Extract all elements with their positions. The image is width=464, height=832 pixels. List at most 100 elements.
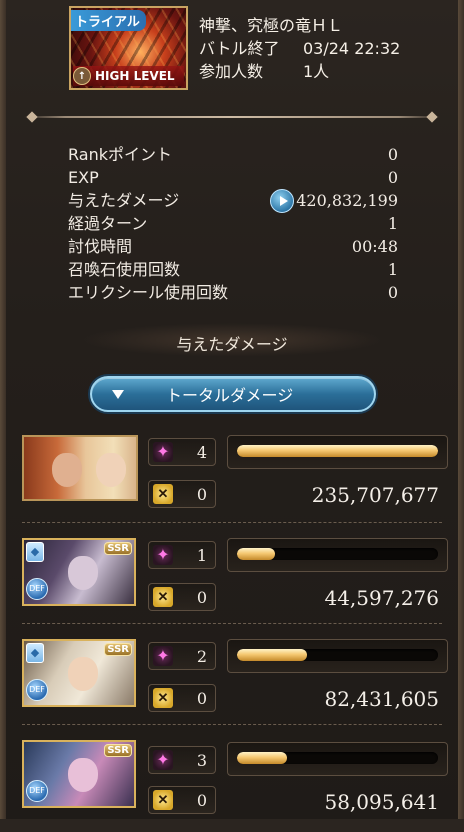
ougi-count: 0 <box>196 689 207 708</box>
row-divider <box>22 522 442 523</box>
result-stats: Rankポイント 0 EXP 0 与えたダメージ 420,832,199 経過タ… <box>68 143 398 304</box>
portrait-face <box>96 453 126 487</box>
character-portrait[interactable]: ◆ SSR DEF <box>22 538 136 606</box>
stat-time: 討伐時間 00:48 <box>68 235 398 258</box>
damage-bar-fill <box>237 445 438 457</box>
damage-bar-box <box>227 538 448 572</box>
quest-name: 神撃、究極の竜ＨＬ <box>199 14 400 37</box>
ougi-count: 0 <box>196 588 207 607</box>
participants-row: 参加人数 1人 <box>199 60 400 83</box>
skill-sparkle-icon: ✦ <box>153 442 173 462</box>
damage-value: 235,707,677 <box>311 483 439 507</box>
character-portrait[interactable]: SSR DEF <box>22 740 136 808</box>
damage-bar-box <box>227 742 448 776</box>
participants-value: 1人 <box>303 62 330 81</box>
battle-end-row: バトル終了 03/24 22:32 <box>199 37 400 60</box>
divider-ornament-right <box>426 111 438 123</box>
damage-bar-fill <box>237 752 288 764</box>
play-icon[interactable] <box>270 189 294 213</box>
divider-line <box>24 116 440 118</box>
skill-count: 4 <box>196 443 207 462</box>
defense-class-icon: DEF <box>26 780 48 802</box>
portrait-face <box>68 758 98 792</box>
participants-label: 参加人数 <box>199 62 264 81</box>
damage-value: 44,597,276 <box>324 586 439 610</box>
charge-attack-icon: ✕ <box>153 484 173 504</box>
stat-value: 420,832,199 <box>296 191 398 210</box>
ougi-count-box: ✕ 0 <box>148 480 216 508</box>
stat-label: エリクシール使用回数 <box>68 283 229 302</box>
ougi-count: 0 <box>196 791 207 810</box>
charge-attack-icon: ✕ <box>153 790 173 810</box>
charge-attack-icon: ✕ <box>153 688 173 708</box>
stat-label: EXP <box>68 168 99 187</box>
damage-value: 82,431,605 <box>324 687 439 711</box>
quest-info: 神撃、究極の竜ＨＬ バトル終了 03/24 22:32 参加人数 1人 <box>199 14 400 83</box>
stat-value: 1 <box>387 260 398 279</box>
charge-attack-icon: ✕ <box>153 587 173 607</box>
damage-bar-fill <box>237 548 276 560</box>
character-portrait[interactable] <box>22 435 138 501</box>
water-element-icon: ◆ <box>26 643 44 663</box>
stat-value: 0 <box>387 283 398 302</box>
character-portrait[interactable]: ◆ SSR DEF <box>22 639 136 707</box>
skill-count: 2 <box>196 647 207 666</box>
divider-ornament-left <box>26 111 38 123</box>
portrait-face <box>52 453 82 487</box>
character-row: SSR DEF ✦ 3 ✕ 0 58,095,641 <box>22 740 448 832</box>
high-level-badge: ↑ HIGH LEVEL <box>73 66 184 86</box>
skill-sparkle-icon: ✦ <box>153 646 173 666</box>
stat-label: 討伐時間 <box>68 237 133 256</box>
damage-bar-track <box>237 649 438 661</box>
skill-count-box: ✦ 4 <box>148 438 216 466</box>
rarity-badge: SSR <box>104 643 132 656</box>
total-damage-label: トータルダメージ <box>166 386 294 405</box>
frame-right <box>458 0 464 819</box>
damage-bar-track <box>237 752 438 764</box>
level-up-icon: ↑ <box>73 67 91 85</box>
boss-thumbnail: トライアル ↑ HIGH LEVEL <box>69 6 188 90</box>
damage-bar-track <box>237 548 438 560</box>
damage-bar-box <box>227 639 448 673</box>
stat-rank-points: Rankポイント 0 <box>68 143 398 166</box>
stat-value: 00:48 <box>351 237 398 256</box>
character-row: ◆ SSR DEF ✦ 1 ✕ 0 44,597,276 <box>22 538 448 630</box>
skill-sparkle-icon: ✦ <box>153 750 173 770</box>
stat-value: 0 <box>387 168 398 187</box>
damage-bar-box <box>227 435 448 469</box>
section-title: 与えたダメージ <box>0 323 464 357</box>
stat-label: 与えたダメージ <box>68 191 180 210</box>
skill-count-box: ✦ 1 <box>148 541 216 569</box>
ougi-count-box: ✕ 0 <box>148 583 216 611</box>
skill-count-box: ✦ 2 <box>148 642 216 670</box>
stat-turns: 経過ターン 1 <box>68 212 398 235</box>
stat-value: 0 <box>387 145 398 164</box>
chevron-down-icon <box>112 389 124 399</box>
portrait-face <box>68 657 98 691</box>
ougi-count-box: ✕ 0 <box>148 684 216 712</box>
quest-name-text: 神撃、究極の竜ＨＬ <box>199 16 344 35</box>
total-damage-dropdown[interactable]: トータルダメージ <box>90 376 376 412</box>
character-row: ◆ SSR DEF ✦ 2 ✕ 0 82,431,605 <box>22 639 448 731</box>
stat-value: 1 <box>387 214 398 233</box>
trial-badge: トライアル <box>71 10 146 31</box>
row-divider <box>22 623 442 624</box>
stat-summons: 召喚石使用回数 1 <box>68 258 398 281</box>
stat-elixirs: エリクシール使用回数 0 <box>68 281 398 304</box>
battle-end-value: 03/24 22:32 <box>303 39 401 58</box>
water-element-icon: ◆ <box>26 542 44 562</box>
stat-label: 経過ターン <box>68 214 148 233</box>
stat-exp: EXP 0 <box>68 166 398 189</box>
character-row: ✦ 4 ✕ 0 235,707,677 <box>22 435 448 527</box>
ornamental-divider <box>24 111 440 123</box>
high-level-label: HIGH LEVEL <box>95 69 175 83</box>
rarity-badge: SSR <box>104 542 132 555</box>
defense-class-icon: DEF <box>26 679 48 701</box>
stat-label: Rankポイント <box>68 145 172 164</box>
defense-class-icon: DEF <box>26 578 48 600</box>
skill-count-box: ✦ 3 <box>148 746 216 774</box>
damage-bar-track <box>237 445 438 457</box>
portrait-face <box>68 556 98 590</box>
frame-left <box>0 0 6 819</box>
ougi-count-box: ✕ 0 <box>148 786 216 814</box>
